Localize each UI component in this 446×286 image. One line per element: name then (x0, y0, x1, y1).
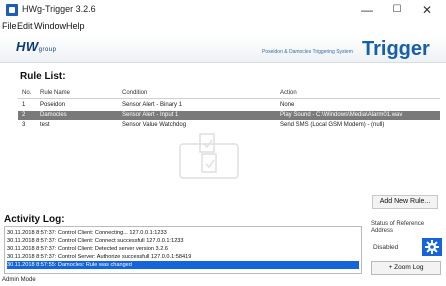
list-item[interactable]: 30.11.2018 8:57:37: Control Client: Dete… (7, 245, 359, 253)
mode-indicator: Admin Mode (2, 277, 36, 283)
status-bar: Admin Mode (0, 277, 446, 286)
column-header-condition[interactable]: Condition (122, 90, 147, 96)
menu-bar: File Edit Window Help (0, 20, 446, 34)
table-row[interactable]: 1 Poseidon Sensor Alert - Binary 1 None (18, 101, 440, 110)
menu-file[interactable]: File (2, 21, 17, 31)
menu-window[interactable]: Window (34, 21, 66, 31)
activity-log-title: Activity Log: (4, 214, 65, 225)
zoom-log-button[interactable]: + Zoom Log (371, 261, 441, 275)
logo-sub: group (38, 47, 57, 53)
activity-log-list[interactable]: 30.11.2018 8:57:37: Control Client: Conn… (4, 226, 362, 274)
column-header-action[interactable]: Action (280, 90, 297, 96)
header-banner: HWgroup Poseidon & Damocles Triggering S… (0, 35, 446, 63)
rule-action: Send SMS (Local GSM Modem) - (null) (280, 122, 385, 128)
table-row[interactable]: 3 test Sensor Value Watchdog Send SMS (L… (18, 121, 440, 130)
rule-name: Poseidon (40, 102, 66, 108)
gear-icon (425, 240, 439, 254)
rule-action: None (280, 102, 295, 108)
window-title: HWg-Trigger 3.2.6 (22, 4, 96, 14)
add-new-rule-button[interactable]: Add New Rule... (372, 195, 438, 209)
menu-help[interactable]: Help (66, 21, 85, 31)
product-title: Trigger (362, 38, 430, 60)
list-item[interactable]: 30.11.2018 8:57:37: Control Client: Conn… (7, 229, 359, 237)
app-icon (6, 4, 18, 16)
list-item[interactable]: 30.11.2018 8:57:55: Damocles: Rule was c… (7, 261, 359, 269)
hwgroup-logo: HWgroup (16, 39, 57, 54)
logo-text: HW (16, 39, 39, 54)
trigger-watermark-icon (179, 133, 239, 179)
column-header-no[interactable]: No. (22, 90, 31, 96)
column-header-name[interactable]: Rule Name (40, 90, 70, 96)
list-item[interactable]: 30.11.2018 8:57:37: Control Server: Auth… (7, 253, 359, 261)
rule-condition: Sensor Alert - Binary 1 (122, 102, 183, 108)
title-bar: HWg-Trigger 3.2.6 — ☐ ✕ (0, 0, 446, 20)
rule-condition: Sensor Alert - Input 1 (122, 112, 179, 118)
reference-status-label: Status of Reference Address (371, 221, 425, 234)
settings-button[interactable] (422, 238, 442, 256)
rule-name: test (40, 122, 50, 128)
close-button[interactable]: ✕ (412, 2, 442, 18)
rule-no: 2 (22, 112, 26, 118)
rule-condition: Sensor Value Watchdog (122, 122, 187, 128)
rule-action: Play Sound - C:\Windows\Media\Alarm01.wa… (280, 112, 403, 118)
minimize-button[interactable]: — (352, 2, 382, 18)
rule-no: 1 (22, 102, 26, 108)
maximize-button[interactable]: ☐ (382, 2, 412, 18)
rule-list-title: Rule List: (20, 71, 66, 82)
rule-no: 3 (22, 122, 26, 128)
rule-table-header: No. Rule Name Condition Action (18, 87, 440, 99)
rule-name: Damocles (40, 112, 67, 118)
list-item[interactable]: 30.11.2018 8:57:37: Control Client: Conn… (7, 237, 359, 245)
tagline: Poseidon & Damocles Triggering System (262, 49, 353, 55)
menu-edit[interactable]: Edit (17, 21, 33, 31)
table-row[interactable]: 2 Damocles Sensor Alert - Input 1 Play S… (18, 111, 440, 120)
reference-status-value: Disabled (373, 244, 399, 251)
